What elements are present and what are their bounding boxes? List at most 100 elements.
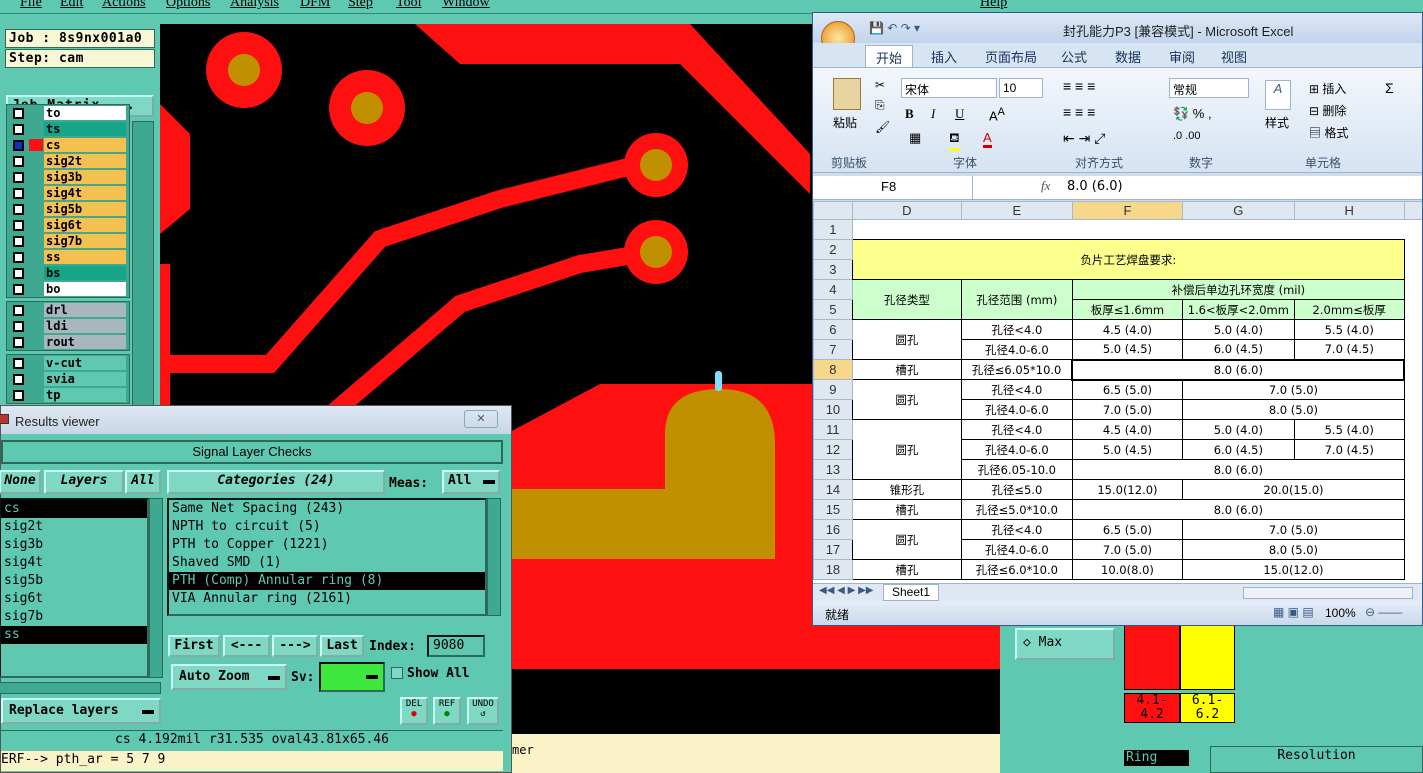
align-top-icon[interactable]: ≡ ≡ ≡: [1063, 78, 1095, 94]
error-marker[interactable]: [715, 371, 722, 391]
layer-name[interactable]: to: [44, 106, 126, 120]
layer-select-indicator[interactable]: [29, 267, 43, 279]
grow-font-icon[interactable]: AA: [989, 106, 1005, 123]
cell[interactable]: 孔径<4.0: [960, 379, 1073, 400]
cell[interactable]: 孔径≤5.0*10.0: [960, 499, 1073, 520]
paste-icon[interactable]: [833, 78, 861, 110]
indent-icon[interactable]: ⇤ ⇥ ⤢: [1063, 130, 1105, 147]
layer-select-indicator[interactable]: [29, 320, 43, 332]
layer-row-cs[interactable]: cs: [7, 137, 129, 153]
layer-row-sig3b[interactable]: sig3b: [7, 169, 129, 185]
cell[interactable]: 槽孔: [851, 359, 962, 380]
menu-edit[interactable]: Edit: [60, 0, 83, 11]
layer-select-indicator[interactable]: [29, 187, 43, 199]
row-header[interactable]: 7: [813, 339, 853, 360]
layer-select-indicator[interactable]: [29, 357, 43, 369]
categories-list[interactable]: Same Net Spacing (243) NPTH to circuit (5…: [167, 498, 487, 616]
layer-row-sig4t[interactable]: sig4t: [7, 185, 129, 201]
layer-row-tp[interactable]: tp: [7, 387, 129, 403]
sv-color-dropdown[interactable]: [319, 662, 385, 692]
tab-formulas[interactable]: 公式: [1061, 47, 1087, 66]
menu-step[interactable]: Step: [348, 0, 373, 11]
layer-checkbox[interactable]: [13, 124, 24, 135]
layer-name[interactable]: drl: [44, 303, 126, 317]
prev-button[interactable]: <---: [223, 635, 270, 657]
undo-button[interactable]: UNDO ↺: [467, 697, 499, 725]
cell[interactable]: 孔径<4.0: [960, 319, 1073, 340]
format-cells-button[interactable]: ▤ 格式: [1309, 124, 1348, 141]
tab-review[interactable]: 审阅: [1169, 47, 1195, 66]
tab-view[interactable]: 视图: [1221, 47, 1247, 66]
layer-checkbox[interactable]: [13, 374, 24, 385]
tab-insert[interactable]: 插入: [931, 47, 957, 66]
layer-row-ldi[interactable]: ldi: [7, 318, 129, 334]
menu-help[interactable]: Help: [980, 0, 1007, 11]
close-icon[interactable]: ✕: [464, 410, 498, 428]
layer-name[interactable]: cs: [44, 138, 126, 152]
row-header[interactable]: 11: [813, 419, 853, 440]
layer-checkbox[interactable]: [13, 172, 24, 183]
col-header-d[interactable]: D: [851, 201, 962, 220]
layer-list-item[interactable]: sig7b: [1, 608, 147, 626]
cut-icon[interactable]: ✂: [875, 78, 885, 92]
category-list-item[interactable]: NPTH to circuit (5): [169, 518, 485, 536]
menu-actions[interactable]: Actions: [102, 0, 146, 11]
quick-access-toolbar-icon[interactable]: 💾 ↶ ↷ ▾: [869, 21, 920, 35]
row-header[interactable]: 8: [813, 359, 853, 380]
layer-checkbox[interactable]: [13, 204, 24, 215]
auto-zoom-dropdown[interactable]: Auto Zoom: [171, 664, 287, 690]
first-button[interactable]: First: [168, 635, 220, 657]
cell[interactable]: 7.0 (5.0): [1182, 519, 1405, 540]
layer-row-sig2t[interactable]: sig2t: [7, 153, 129, 169]
styles-icon[interactable]: A: [1265, 80, 1291, 110]
row-header[interactable]: 18: [813, 559, 853, 580]
layer-list-item[interactable]: cs: [1, 500, 147, 518]
menu-tool[interactable]: Tool: [396, 0, 421, 11]
sum-icon[interactable]: Σ: [1385, 80, 1394, 96]
layer-select-indicator[interactable]: [29, 139, 43, 151]
cell[interactable]: 5.0 (4.0): [1182, 419, 1295, 440]
layer-list-item[interactable]: sig5b: [1, 572, 147, 590]
layer-checkbox[interactable]: [13, 268, 24, 279]
col-header-g[interactable]: G: [1182, 201, 1295, 220]
sheet-tab-sheet1[interactable]: Sheet1: [883, 584, 940, 601]
cell[interactable]: 7.0 (5.0): [1071, 399, 1184, 420]
font-name-combo[interactable]: 宋体: [901, 78, 997, 98]
decimal-icon[interactable]: .0 .00: [1173, 130, 1201, 142]
layer-checkbox[interactable]: [13, 188, 24, 199]
menu-file[interactable]: File: [20, 0, 42, 11]
row-header[interactable]: 17: [813, 539, 853, 560]
col-header-e[interactable]: E: [960, 201, 1073, 220]
cell[interactable]: 15.0(12.0): [1182, 559, 1405, 580]
layer-checkbox[interactable]: [13, 108, 24, 119]
cell[interactable]: 锥形孔: [851, 479, 962, 500]
layer-checkbox[interactable]: [13, 156, 24, 167]
row-header[interactable]: 1: [813, 219, 853, 240]
layer-name[interactable]: v-cut: [44, 356, 126, 370]
layer-checkbox[interactable]: [13, 305, 24, 316]
layer-row-sig5b[interactable]: sig5b: [7, 201, 129, 217]
currency-icon[interactable]: 💱 % ,: [1173, 106, 1212, 122]
horizontal-scrollbar[interactable]: [1243, 587, 1413, 599]
layer-checkbox[interactable]: [13, 140, 24, 151]
del-button[interactable]: DEL ●: [400, 697, 428, 725]
layer-select-indicator[interactable]: [29, 251, 43, 263]
align-left-icon[interactable]: ≡ ≡ ≡: [1063, 104, 1095, 120]
cell[interactable]: 4.5 (4.0): [1071, 419, 1184, 440]
insert-cells-button[interactable]: ⊞ 插入: [1309, 80, 1346, 97]
layers-button[interactable]: Layers: [44, 470, 124, 494]
layer-checkbox[interactable]: [13, 337, 24, 348]
fx-icon[interactable]: fx: [1041, 178, 1050, 194]
col-header-i[interactable]: [1403, 201, 1422, 220]
cell[interactable]: 4.5 (4.0): [1071, 319, 1184, 340]
layer-name[interactable]: sig6t: [44, 218, 126, 232]
tab-data[interactable]: 数据: [1115, 47, 1141, 66]
index-field[interactable]: 9080: [427, 635, 485, 657]
menu-dfm[interactable]: DFM: [300, 0, 330, 11]
cell-title[interactable]: 负片工艺焊盘要求:: [851, 239, 1405, 280]
layer-list-item[interactable]: sig4t: [1, 554, 147, 572]
borders-icon[interactable]: ▦: [909, 130, 921, 146]
replace-layers-dropdown[interactable]: Replace layers: [1, 698, 161, 724]
layer-row-bs[interactable]: bs: [7, 265, 129, 281]
meas-dropdown[interactable]: All: [442, 470, 500, 494]
